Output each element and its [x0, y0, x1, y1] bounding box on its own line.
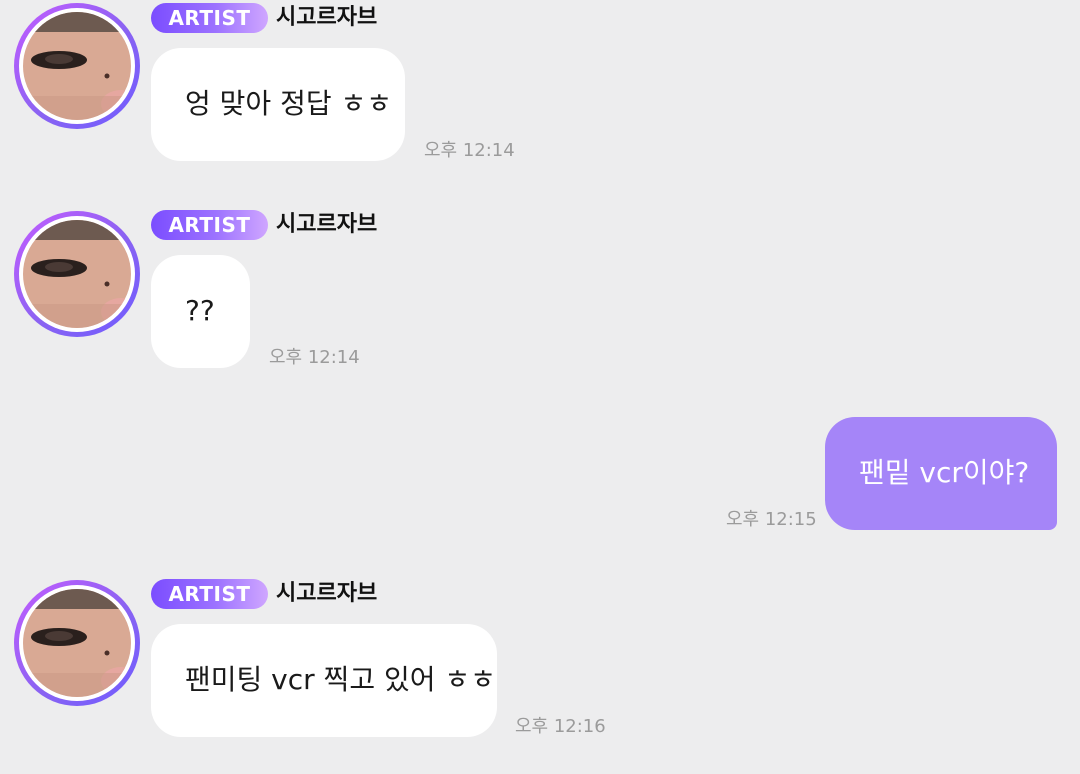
sender-name: 시고르자브 — [276, 581, 378, 606]
message-row: ARTIST 시고르자브 팬미팅 vcr 찍고 있어 ㅎㅎ 오후 12:16 — [0, 0, 1080, 750]
artist-avatar[interactable] — [14, 580, 140, 706]
message-bubble[interactable]: 팬미팅 vcr 찍고 있어 ㅎㅎ — [151, 624, 497, 737]
artist-badge: ARTIST — [151, 579, 268, 609]
message-timestamp: 오후 12:16 — [515, 716, 606, 737]
avatar-photo — [23, 589, 131, 697]
